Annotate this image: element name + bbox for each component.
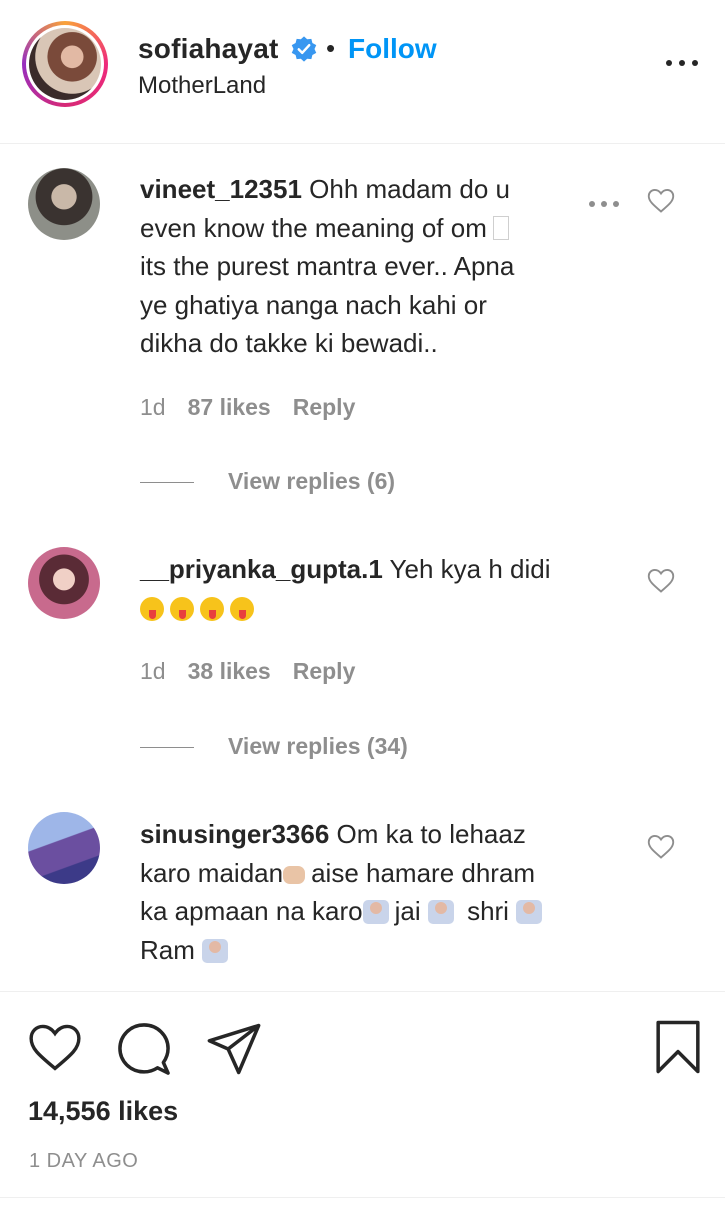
comment-username[interactable]: __priyanka_gupta.1 bbox=[140, 554, 383, 584]
tongue-emoji bbox=[200, 596, 224, 621]
post-username[interactable]: sofiahayat bbox=[138, 33, 279, 65]
profile-avatar[interactable] bbox=[22, 21, 108, 107]
comment-like-icon[interactable] bbox=[647, 188, 675, 214]
reply-button[interactable]: Reply bbox=[293, 394, 356, 420]
comment-like-icon[interactable] bbox=[647, 568, 675, 594]
facepalm-emoji bbox=[362, 900, 389, 924]
heart-icon[interactable] bbox=[27, 1023, 83, 1073]
post-action-bar: 14,556 likes 1 DAY AGO bbox=[0, 991, 725, 1202]
follow-button[interactable]: Follow bbox=[348, 33, 437, 65]
post-timestamp: 1 DAY AGO bbox=[29, 1150, 139, 1172]
comment-text: vineet_12351 Ohh madam do u even know th… bbox=[140, 174, 515, 358]
pointing-finger-emoji bbox=[283, 865, 306, 884]
comment-username[interactable]: sinusinger3366 bbox=[140, 819, 329, 849]
comment-text: __priyanka_gupta.1 Yeh kya h didi bbox=[140, 550, 620, 627]
comment-meta: 1d 87 likes Reply bbox=[140, 394, 377, 421]
comment-likes[interactable]: 87 likes bbox=[188, 394, 271, 420]
tongue-emoji bbox=[230, 596, 254, 621]
reply-button[interactable]: Reply bbox=[293, 658, 356, 684]
verified-badge-icon bbox=[291, 36, 317, 62]
post-likes-count[interactable]: 14,556 likes bbox=[28, 1096, 178, 1127]
bookmark-icon[interactable] bbox=[654, 1019, 702, 1075]
comment-like-icon[interactable] bbox=[647, 834, 675, 860]
comment-more-icon[interactable] bbox=[586, 194, 622, 214]
paper-plane-icon[interactable] bbox=[205, 1022, 263, 1076]
replies-line bbox=[140, 747, 194, 749]
comment-likes[interactable]: 38 likes bbox=[188, 658, 271, 684]
tongue-emoji bbox=[140, 596, 164, 621]
comment-time[interactable]: 1d bbox=[140, 394, 166, 420]
avatar-image bbox=[29, 28, 101, 100]
comment-text: sinusinger3366 Om ka to lehaaz karo maid… bbox=[140, 815, 620, 969]
facepalm-emoji bbox=[202, 938, 229, 963]
separator-dot: • bbox=[326, 33, 336, 63]
commenter-avatar[interactable] bbox=[28, 547, 100, 619]
tongue-emoji bbox=[170, 596, 194, 621]
facepalm-emoji bbox=[516, 900, 543, 924]
view-replies-button[interactable]: View replies (6) bbox=[140, 468, 395, 495]
divider bbox=[0, 1197, 725, 1198]
view-replies-button[interactable]: View replies (34) bbox=[140, 733, 408, 760]
comment-time[interactable]: 1d bbox=[140, 658, 166, 684]
replies-line bbox=[140, 482, 194, 484]
more-options-icon[interactable] bbox=[664, 52, 700, 72]
comment-meta: 1d 38 likes Reply bbox=[140, 658, 377, 685]
post-location[interactable]: MotherLand bbox=[138, 72, 266, 100]
comment-username[interactable]: vineet_12351 bbox=[140, 174, 302, 204]
missing-glyph bbox=[492, 215, 509, 240]
commenter-avatar[interactable] bbox=[28, 812, 100, 884]
facepalm-emoji bbox=[427, 900, 454, 924]
commenter-avatar[interactable] bbox=[28, 168, 100, 240]
comment-icon[interactable] bbox=[115, 1022, 173, 1076]
post-header: sofiahayat • Follow MotherLand bbox=[0, 0, 725, 144]
